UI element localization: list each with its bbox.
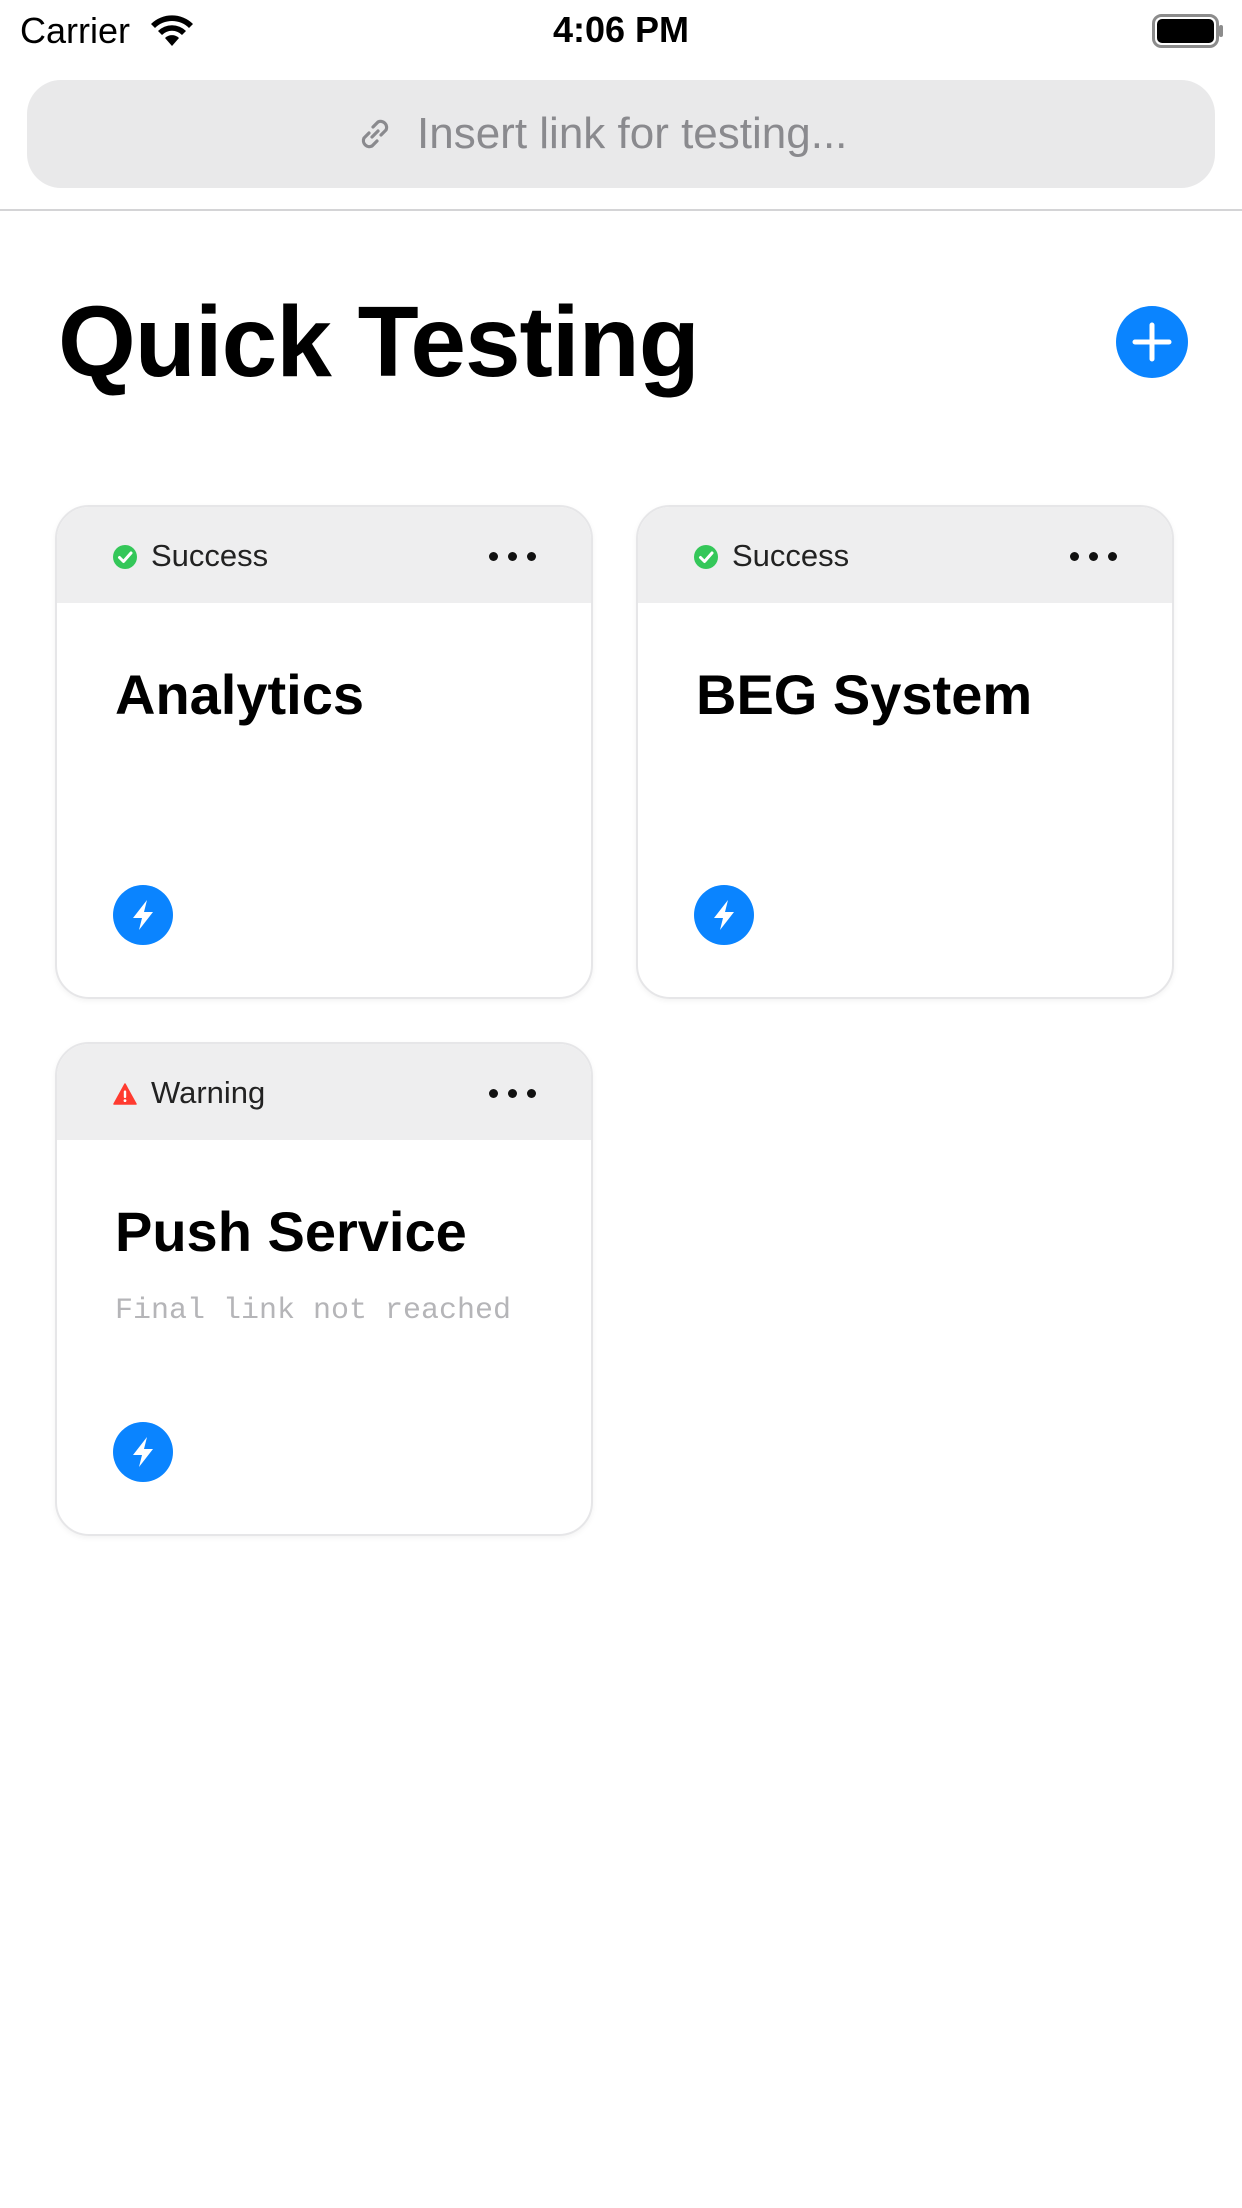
run-test-button[interactable]: [694, 885, 754, 945]
link-icon: [361, 119, 389, 149]
card-title: Analytics: [115, 663, 364, 726]
add-button[interactable]: [1116, 306, 1188, 378]
status-bar: Carrier 4:06 PM: [0, 0, 1242, 62]
bolt-icon: [133, 1437, 153, 1467]
status-label: Success: [151, 538, 269, 573]
check-circle-icon: [113, 545, 137, 569]
more-options-button[interactable]: [1066, 537, 1122, 573]
plus-circle-icon: [1132, 322, 1172, 362]
run-test-button[interactable]: [113, 1422, 173, 1482]
warning-triangle-icon: [113, 1083, 137, 1105]
run-test-button[interactable]: [113, 885, 173, 945]
card-title: BEG System: [696, 663, 1033, 726]
more-options-button[interactable]: [485, 1074, 541, 1110]
clock: 4:06 PM: [552, 9, 690, 50]
link-input[interactable]: [417, 109, 887, 159]
test-card-beg-system[interactable]: Success BEG System: [636, 505, 1174, 999]
card-title: Push Service: [115, 1200, 467, 1263]
status-label: Success: [732, 538, 850, 573]
card-header: Success: [638, 507, 1172, 603]
link-search-bar[interactable]: [27, 80, 1215, 188]
page-title: Quick Testing: [58, 286, 700, 398]
check-circle-icon: [694, 545, 718, 569]
bolt-icon: [133, 900, 153, 930]
test-card-analytics[interactable]: Success Analytics: [55, 505, 593, 999]
header-divider: [0, 209, 1242, 211]
more-options-button[interactable]: [485, 537, 541, 573]
battery-icon: [1152, 14, 1223, 48]
card-subtitle: Final link not reached: [115, 1294, 512, 1328]
test-card-push-service[interactable]: Warning Push Service Final link not reac…: [55, 1042, 593, 1536]
bolt-icon: [714, 900, 734, 930]
card-header: Success: [57, 507, 591, 603]
card-header: Warning: [57, 1044, 591, 1140]
status-label: Warning: [151, 1075, 266, 1110]
